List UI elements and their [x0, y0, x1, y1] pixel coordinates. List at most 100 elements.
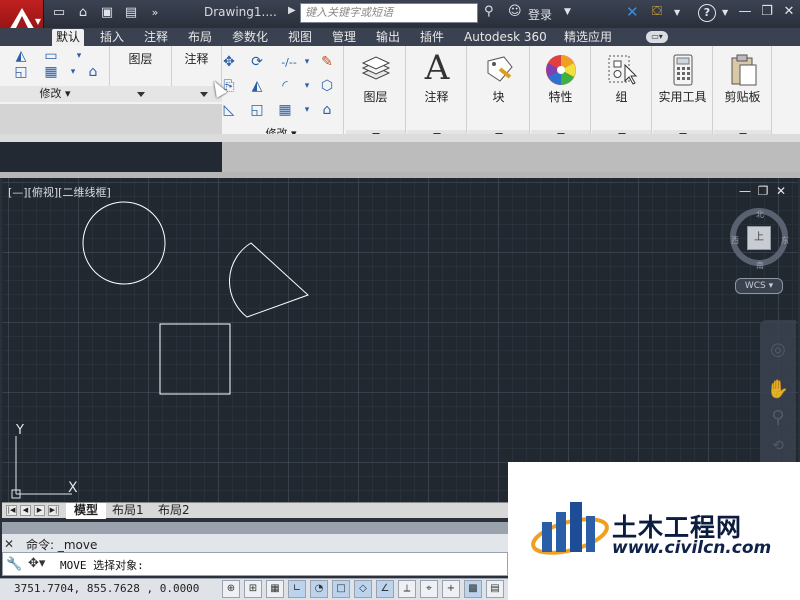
tab-layout[interactable]: 布局 [184, 29, 216, 46]
chevron-down-icon[interactable]: ▾ [302, 100, 312, 120]
prev-layout-icon[interactable]: ◀ [20, 505, 31, 516]
more-tools-icon[interactable]: » [146, 4, 164, 22]
restore-icon[interactable]: ❐ [758, 3, 776, 21]
exchange-icon[interactable]: ✕ [626, 3, 639, 21]
object-snap-icon[interactable]: □ [332, 580, 350, 598]
close-icon[interactable]: ✕ [780, 3, 798, 21]
tab-model[interactable]: 模型 [66, 503, 107, 519]
compass-north[interactable]: 北 [756, 209, 764, 220]
store-icon[interactable]: ⛋ [652, 4, 662, 19]
new-file-icon[interactable]: ▭ [50, 4, 68, 22]
search-expand-icon[interactable]: ▶ [288, 5, 296, 16]
customize-wrench-icon[interactable]: 🔧 [6, 557, 22, 572]
tab-view[interactable]: 视图 [284, 29, 316, 46]
tab-parametric[interactable]: 参数化 [228, 29, 272, 46]
lineweight-icon[interactable]: + [442, 580, 460, 598]
panel-group[interactable]: 组 [592, 46, 652, 144]
3d-osnap-icon[interactable]: ◇ [354, 580, 372, 598]
ortho-mode-icon[interactable]: ∟ [288, 580, 306, 598]
erase-icon[interactable]: ✎ [316, 52, 338, 72]
group-icon [602, 50, 642, 90]
viewcube-face[interactable]: 上 [747, 226, 771, 250]
object-snap-tracking-icon[interactable]: ∠ [376, 580, 394, 598]
square-entity[interactable] [159, 323, 231, 395]
panel-properties-label: 特性 [548, 90, 573, 104]
cursor-coordinates[interactable]: 3751.7704, 855.7628 , 0.0000 [14, 582, 199, 595]
orbit-icon[interactable]: ⟲ [766, 434, 790, 458]
open-folder-icon[interactable]: ⌂ [74, 4, 92, 22]
drawing-entities [82, 201, 309, 395]
compass-south[interactable]: 南 [756, 260, 764, 271]
wcs-menu[interactable]: WCS ▾ [735, 278, 783, 294]
circle-entity[interactable] [82, 201, 166, 285]
save-as-icon[interactable]: ▤ [122, 4, 140, 22]
tab-autodesk-360[interactable]: Autodesk 360 [460, 29, 551, 46]
polar-tracking-icon[interactable]: ◔ [310, 580, 328, 598]
chevron-down-icon[interactable]: ▼ [722, 8, 728, 17]
chevron-down-icon[interactable]: ▼ [564, 7, 571, 17]
array-icon[interactable]: ▦ [274, 100, 296, 120]
panel-utilities[interactable]: 实用工具 [653, 46, 713, 144]
user-icon[interactable]: ☺ [508, 4, 522, 19]
grid-display-icon[interactable]: ▦ [266, 580, 284, 598]
tab-insert[interactable]: 插入 [96, 29, 128, 46]
panel-properties[interactable]: 特性 [531, 46, 591, 144]
save-icon[interactable]: ▣ [98, 4, 116, 22]
tab-annotate[interactable]: 注释 [140, 29, 172, 46]
command-line-grip[interactable] [2, 522, 508, 534]
panel-layers[interactable]: 图层 [346, 46, 406, 144]
login-link[interactable]: 登录 [528, 6, 552, 23]
chevron-down-icon[interactable]: ▼ [674, 8, 680, 17]
drawing-viewport[interactable]: [—][俯视][二维线框] — ❐ ✕ 上 北 南 东 西 WCS ▾ ◎ ✋ ⚲ … [2, 178, 798, 502]
fillet-icon[interactable]: ◜ [274, 76, 296, 96]
transparency-icon[interactable]: ▩ [464, 580, 482, 598]
next-layout-icon[interactable]: ▶ [34, 505, 45, 516]
dynamic-input-icon[interactable]: ⌖ [420, 580, 438, 598]
close-icon[interactable]: ✕ [4, 537, 14, 551]
minimize-icon[interactable]: — [736, 3, 754, 21]
compass-west[interactable]: 西 [731, 235, 739, 246]
ribbon-minimize-toggle[interactable]: ▭▾ [646, 31, 668, 43]
tab-featured-apps[interactable]: 精选应用 [560, 29, 616, 46]
snap-mode-icon[interactable]: ⊞ [244, 580, 262, 598]
erase-icon[interactable]: ⌂ [82, 62, 104, 82]
move-icon[interactable]: ✥ [218, 52, 240, 72]
text-icon: A [424, 48, 450, 88]
first-layout-icon[interactable]: |◀ [6, 505, 17, 516]
tab-output[interactable]: 输出 [372, 29, 404, 46]
panel-modify-footer[interactable]: 修改 ▾ [0, 86, 110, 102]
dynamic-ucs-icon[interactable]: ⟂ [398, 580, 416, 598]
sector-entity[interactable] [229, 242, 309, 318]
tab-plugins[interactable]: 插件 [416, 29, 448, 46]
scale-icon[interactable]: ◱ [246, 100, 268, 120]
infer-constraints-icon[interactable]: ⊕ [222, 580, 240, 598]
help-icon[interactable]: ? [698, 4, 716, 22]
panel-annotation[interactable]: A 注释 [407, 46, 467, 144]
last-layout-icon[interactable]: ▶| [48, 505, 59, 516]
panel-clipboard[interactable]: 剪贴板 [714, 46, 772, 144]
panel-block[interactable]: 块 [468, 46, 530, 144]
trim-icon[interactable]: -/-- [274, 52, 304, 72]
pan-hand-icon[interactable]: ✋ [766, 378, 790, 402]
tab-manage[interactable]: 管理 [328, 29, 360, 46]
search-input[interactable] [300, 3, 478, 23]
chevron-down-icon[interactable]: ▾ [62, 62, 84, 82]
panel-layers-small-footer[interactable] [110, 86, 172, 102]
mirror-icon[interactable]: ◭ [246, 76, 268, 96]
chevron-down-icon[interactable]: ▾ [302, 52, 312, 72]
tab-home[interactable]: 默认 [52, 29, 85, 46]
zoom-icon[interactable]: ⚲ [766, 406, 790, 430]
explode-icon[interactable]: ⬡ [316, 76, 338, 96]
array-icon[interactable]: ▦ [40, 62, 62, 82]
offset-icon[interactable]: ⌂ [316, 100, 338, 120]
chevron-down-icon[interactable]: ▾ [302, 76, 312, 96]
move-command-icon[interactable]: ✥▾ [28, 556, 45, 571]
compass-east[interactable]: 东 [781, 235, 789, 246]
binoculars-icon[interactable]: ⚲ [484, 4, 494, 19]
rotate-icon[interactable]: ⟳ [246, 52, 268, 72]
tab-layout2[interactable]: 布局2 [150, 503, 198, 519]
scale-icon[interactable]: ◱ [10, 62, 32, 82]
steering-wheel-icon[interactable]: ◎ [766, 338, 790, 362]
quick-properties-icon[interactable]: ▤ [486, 580, 504, 598]
tab-layout1[interactable]: 布局1 [104, 503, 152, 519]
